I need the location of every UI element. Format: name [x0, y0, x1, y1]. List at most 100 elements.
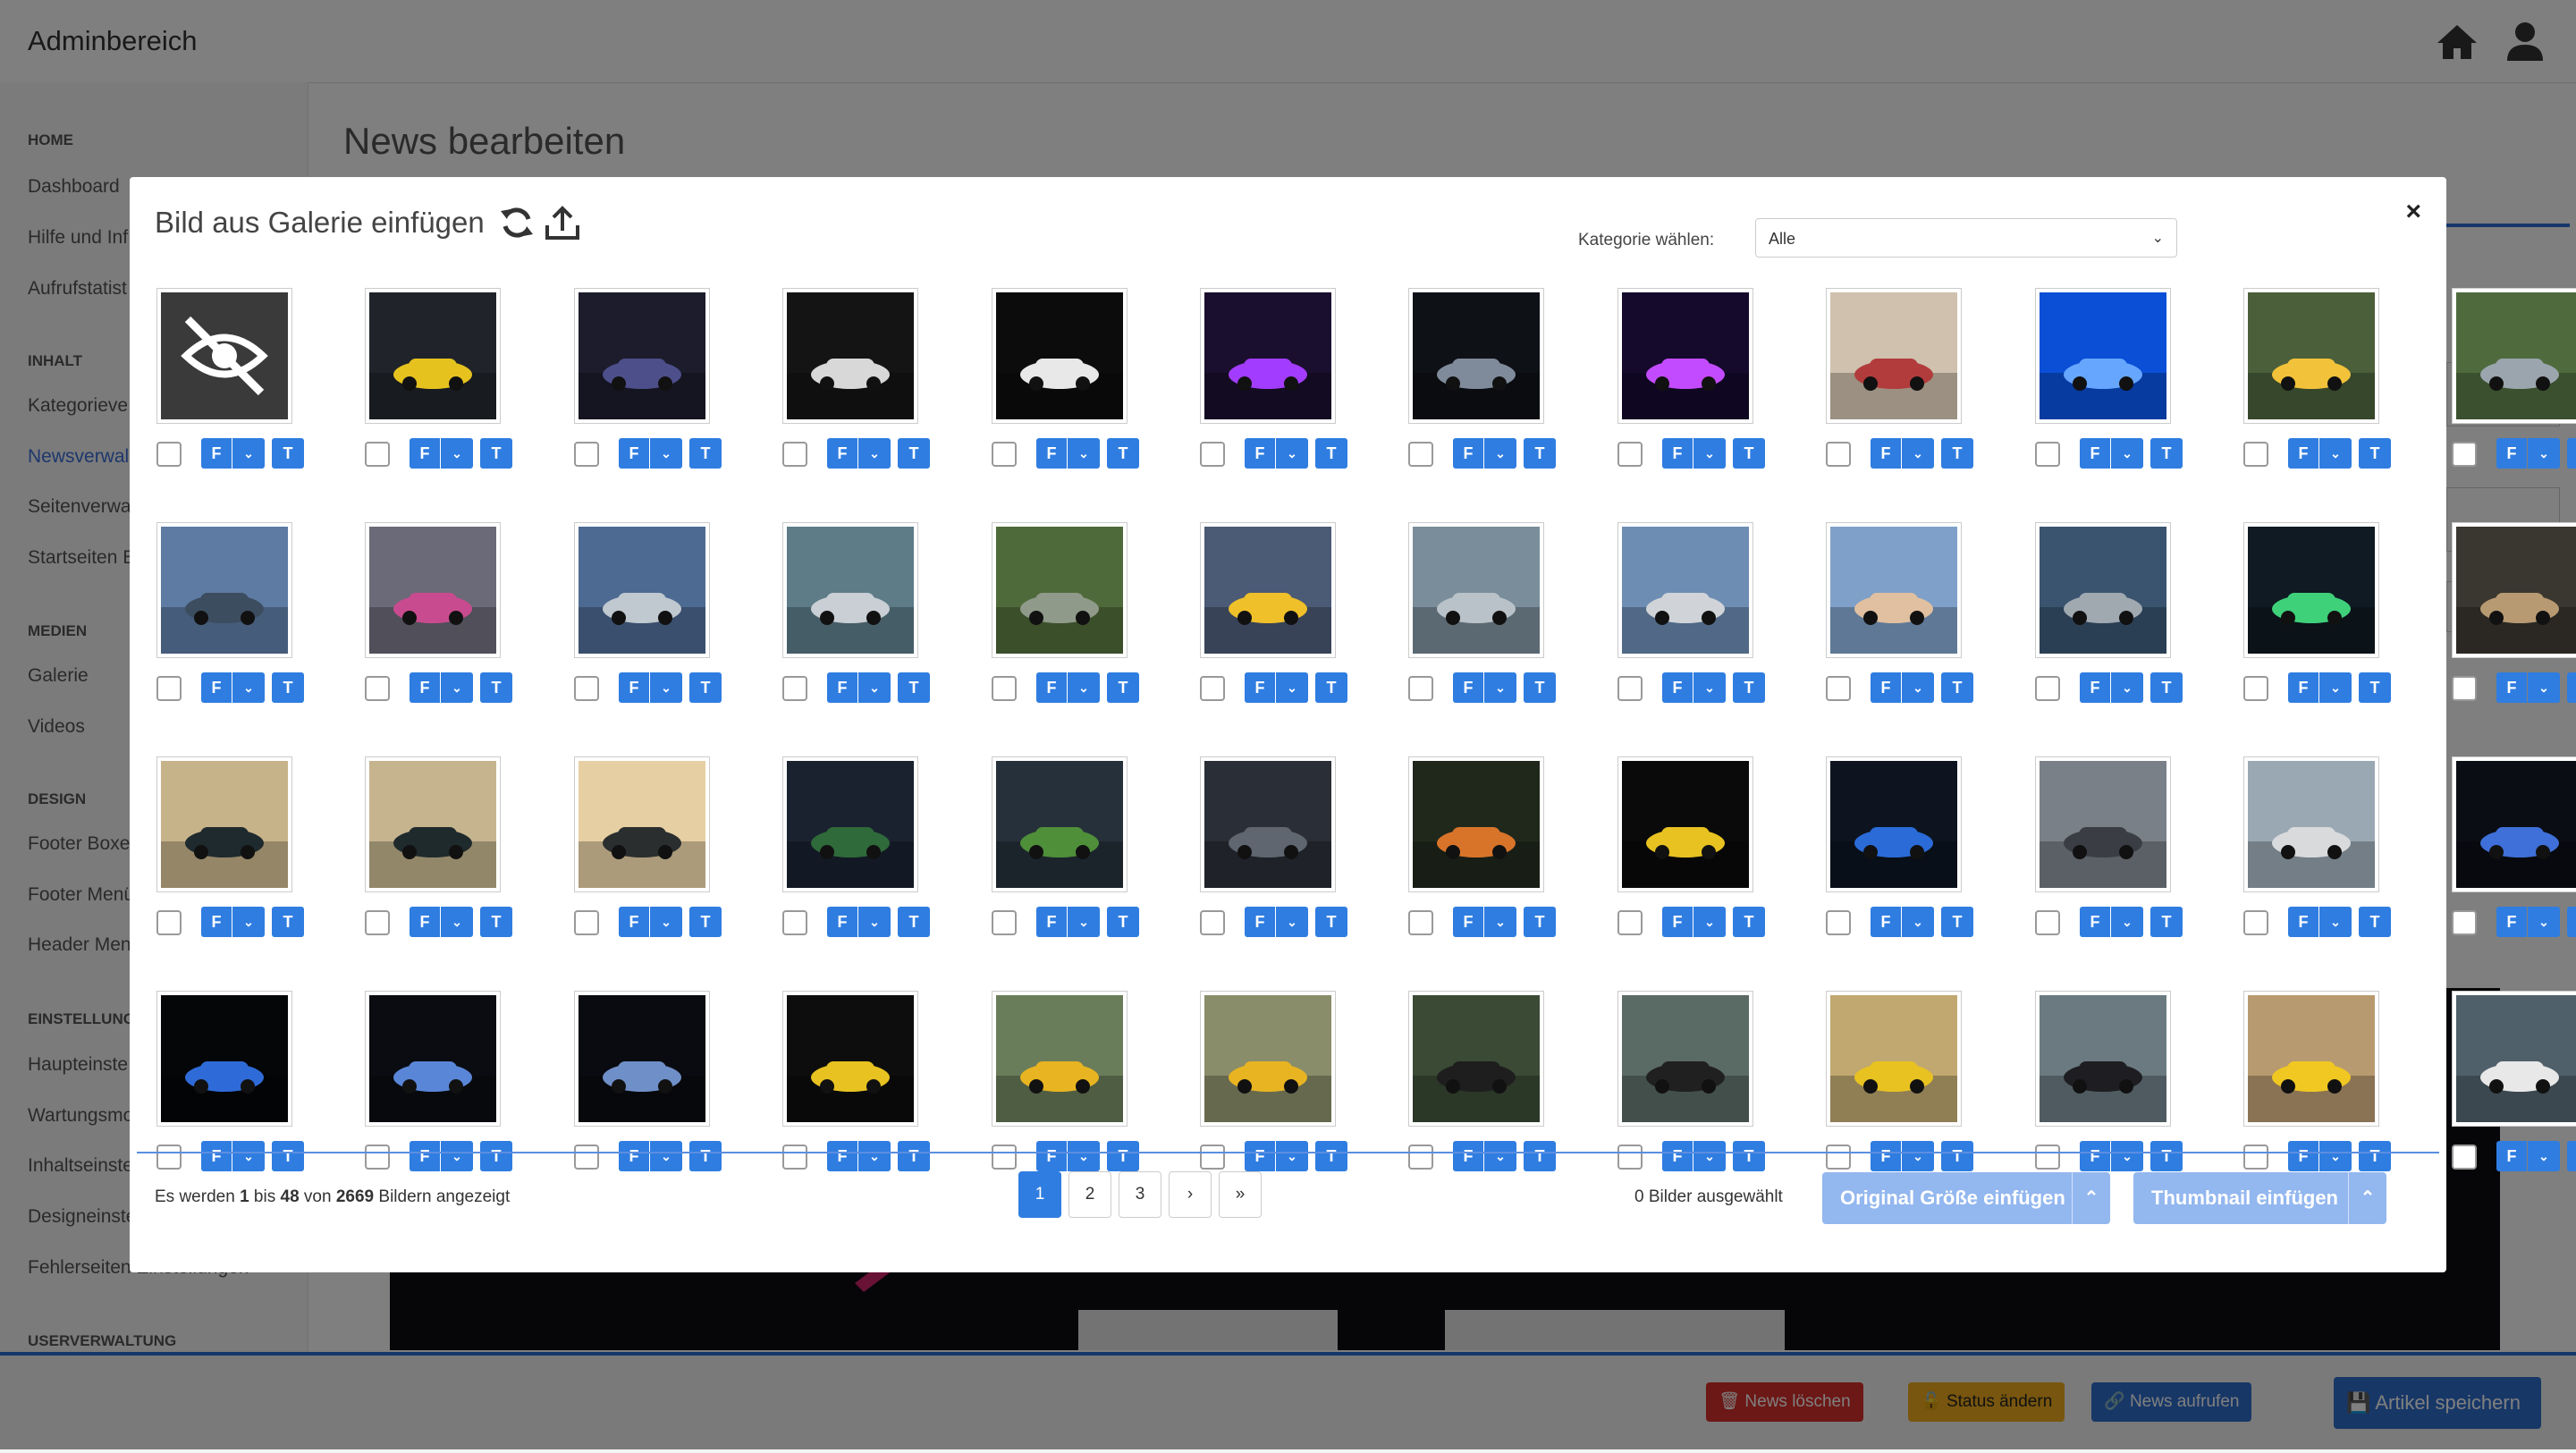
size-dropdown-button[interactable]: ⌄	[1902, 1141, 1934, 1171]
size-dropdown-button[interactable]: ⌄	[1276, 907, 1308, 937]
size-dropdown-button[interactable]: ⌄	[1902, 438, 1934, 469]
insert-full-button[interactable]: F	[410, 907, 440, 937]
page-3-button[interactable]: 3	[1119, 1171, 1161, 1218]
gallery-thumbnail[interactable]	[1826, 991, 1962, 1127]
insert-full-button[interactable]: F	[2496, 1141, 2527, 1171]
refresh-icon[interactable]	[498, 204, 536, 241]
insert-full-button[interactable]: F	[619, 907, 649, 937]
size-dropdown-button[interactable]: ⌄	[2111, 1141, 2143, 1171]
gallery-thumbnail[interactable]	[1826, 288, 1962, 424]
select-checkbox[interactable]	[365, 910, 390, 935]
size-dropdown-button[interactable]: ⌄	[2111, 672, 2143, 703]
gallery-thumbnail[interactable]	[782, 991, 918, 1127]
insert-full-button[interactable]: F	[1871, 438, 1901, 469]
select-checkbox[interactable]	[2035, 442, 2060, 467]
insert-full-button[interactable]: F	[1245, 672, 1275, 703]
insert-full-button[interactable]: F	[1036, 438, 1067, 469]
size-dropdown-button[interactable]: ⌄	[2111, 907, 2143, 937]
gallery-thumbnail[interactable]	[2243, 991, 2379, 1127]
size-dropdown-button[interactable]: ⌄	[441, 672, 473, 703]
gallery-thumbnail[interactable]	[2243, 288, 2379, 424]
gallery-thumbnail[interactable]	[1408, 288, 1544, 424]
gallery-thumbnail[interactable]	[1617, 756, 1753, 892]
insert-thumbnail-small-button[interactable]: T	[689, 438, 722, 469]
size-dropdown-button[interactable]: ⌄	[2111, 438, 2143, 469]
insert-thumbnail-small-button[interactable]: T	[1941, 438, 1973, 469]
size-dropdown-button[interactable]: ⌄	[441, 907, 473, 937]
insert-thumbnail-small-button[interactable]: T	[1733, 1141, 1765, 1171]
select-checkbox[interactable]	[365, 1145, 390, 1170]
insert-thumbnail-small-button[interactable]: T	[2567, 1141, 2576, 1171]
gallery-thumbnail[interactable]	[365, 991, 501, 1127]
insert-full-button[interactable]: F	[410, 438, 440, 469]
select-checkbox[interactable]	[574, 1145, 599, 1170]
gallery-thumbnail[interactable]	[2035, 288, 2171, 424]
insert-full-button[interactable]: F	[827, 438, 857, 469]
size-dropdown-button[interactable]: ⌄	[650, 1141, 682, 1171]
select-checkbox[interactable]	[1408, 910, 1433, 935]
size-dropdown-button[interactable]: ⌄	[1276, 672, 1308, 703]
select-checkbox[interactable]	[2452, 910, 2477, 935]
insert-full-button[interactable]: F	[1453, 907, 1483, 937]
insert-thumbnail-small-button[interactable]: T	[1733, 907, 1765, 937]
select-checkbox[interactable]	[156, 1145, 182, 1170]
insert-thumbnail-small-button[interactable]: T	[480, 1141, 512, 1171]
insert-thumbnail-small-button[interactable]: T	[898, 438, 930, 469]
select-checkbox[interactable]	[2243, 676, 2268, 701]
gallery-thumbnail[interactable]	[365, 288, 501, 424]
select-checkbox[interactable]	[2035, 676, 2060, 701]
insert-full-button[interactable]: F	[827, 1141, 857, 1171]
insert-thumbnail-small-button[interactable]: T	[1315, 438, 1347, 469]
gallery-thumbnail[interactable]	[1200, 522, 1336, 658]
gallery-thumbnail[interactable]	[1408, 756, 1544, 892]
size-dropdown-button[interactable]: ⌄	[858, 438, 891, 469]
insert-thumbnail-small-button[interactable]: T	[2359, 1141, 2391, 1171]
size-dropdown-button[interactable]: ⌄	[1484, 907, 1516, 937]
size-dropdown-button[interactable]: ⌄	[1484, 1141, 1516, 1171]
size-dropdown-button[interactable]: ⌄	[441, 1141, 473, 1171]
size-dropdown-button[interactable]: ⌄	[858, 1141, 891, 1171]
size-dropdown-button[interactable]: ⌄	[650, 438, 682, 469]
size-dropdown-button[interactable]: ⌄	[858, 907, 891, 937]
select-checkbox[interactable]	[2035, 1145, 2060, 1170]
insert-thumbnail-small-button[interactable]: T	[480, 907, 512, 937]
insert-thumbnail-small-button[interactable]: T	[1941, 1141, 1973, 1171]
insert-full-button[interactable]: F	[1245, 907, 1275, 937]
insert-thumbnail-small-button[interactable]: T	[1733, 438, 1765, 469]
insert-thumbnail-small-button[interactable]: T	[689, 672, 722, 703]
gallery-thumbnail[interactable]	[2035, 756, 2171, 892]
select-checkbox[interactable]	[574, 442, 599, 467]
insert-thumbnail-small-button[interactable]: T	[1733, 672, 1765, 703]
size-dropdown-button[interactable]: ⌄	[1276, 438, 1308, 469]
select-checkbox[interactable]	[782, 1145, 807, 1170]
insert-full-button[interactable]: F	[201, 1141, 232, 1171]
last-page-button[interactable]: »	[1219, 1171, 1262, 1218]
gallery-thumbnail[interactable]	[1408, 991, 1544, 1127]
gallery-thumbnail[interactable]	[782, 756, 918, 892]
insert-thumbnail-small-button[interactable]: T	[480, 438, 512, 469]
select-checkbox[interactable]	[1200, 1145, 1225, 1170]
insert-full-button[interactable]: F	[2496, 438, 2527, 469]
size-dropdown-button[interactable]: ⌄	[1693, 1141, 1726, 1171]
size-dropdown-button[interactable]: ⌄	[2528, 1141, 2560, 1171]
insert-thumbnail-small-button[interactable]: T	[1524, 672, 1556, 703]
select-checkbox[interactable]	[1200, 676, 1225, 701]
insert-thumbnail-small-button[interactable]: T	[1941, 907, 1973, 937]
insert-thumbnail-small-button[interactable]: T	[898, 907, 930, 937]
select-checkbox[interactable]	[992, 910, 1017, 935]
select-checkbox[interactable]	[574, 676, 599, 701]
gallery-thumbnail[interactable]	[2243, 522, 2379, 658]
select-checkbox[interactable]	[782, 676, 807, 701]
insert-full-button[interactable]: F	[1662, 672, 1693, 703]
size-dropdown-button[interactable]: ⌄	[2319, 1141, 2352, 1171]
insert-thumbnail-small-button[interactable]: T	[1315, 1141, 1347, 1171]
insert-full-button[interactable]: F	[201, 907, 232, 937]
insert-thumbnail-small-button[interactable]: T	[898, 672, 930, 703]
select-checkbox[interactable]	[782, 910, 807, 935]
insert-full-button[interactable]: F	[1662, 438, 1693, 469]
insert-thumbnail-small-button[interactable]: T	[1941, 672, 1973, 703]
select-checkbox[interactable]	[574, 910, 599, 935]
insert-full-button[interactable]: F	[2080, 672, 2110, 703]
gallery-thumbnail[interactable]	[1408, 522, 1544, 658]
insert-thumbnail-small-button[interactable]: T	[2567, 438, 2576, 469]
